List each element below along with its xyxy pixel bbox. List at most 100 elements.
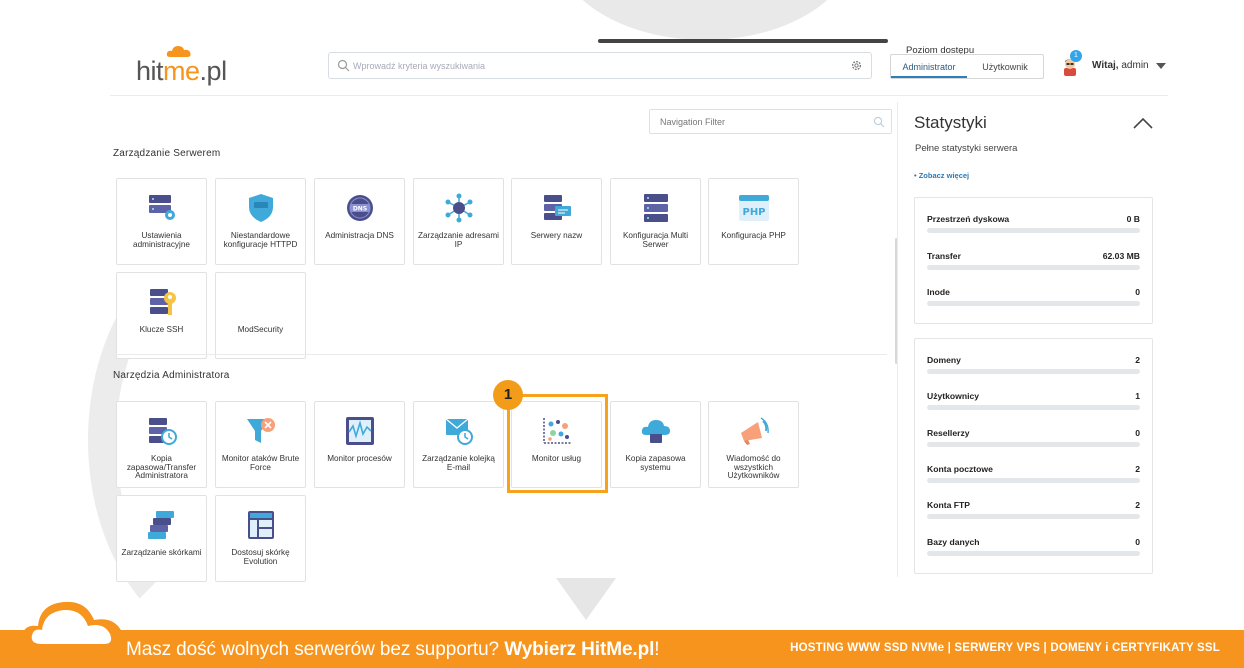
stat-value: 0 B xyxy=(1126,214,1140,224)
php-icon: PHP xyxy=(739,195,769,221)
access-administrator-tab[interactable]: Administrator xyxy=(891,55,967,78)
ip-network-icon xyxy=(445,193,473,223)
tile-php-config[interactable]: PHP Konfiguracja PHP xyxy=(708,178,799,265)
stats-subtitle: Pełne statystyki serwera xyxy=(915,143,1018,154)
stat-row: Użytkownicy 1 xyxy=(927,391,1140,421)
svg-text:DNS: DNS xyxy=(353,206,367,213)
tile-label: Konfiguracja PHP xyxy=(721,231,786,240)
stat-progress-bar xyxy=(927,228,1140,233)
stat-value: 0 xyxy=(1135,428,1140,438)
search-icon xyxy=(873,116,885,128)
tile-multi-server[interactable]: Konfiguracja Multi Serwer xyxy=(610,178,701,265)
tile-label: Wiadomość do wszystkich Użytkowników xyxy=(726,454,781,481)
skins-icon xyxy=(148,511,174,539)
navigation-filter-input[interactable] xyxy=(660,115,860,129)
welcome-user[interactable]: Witaj, admin xyxy=(1092,60,1149,71)
access-level-switch: Administrator Użytkownik xyxy=(890,54,1044,79)
chevron-down-icon[interactable] xyxy=(1156,63,1166,69)
tile-label: Kopia zapasowa systemu xyxy=(625,454,686,472)
name-servers-icon xyxy=(544,195,571,220)
tile-label: Administracja DNS xyxy=(325,231,394,240)
stat-value: 1 xyxy=(1135,391,1140,401)
process-monitor-icon xyxy=(346,417,374,445)
gear-icon[interactable] xyxy=(850,59,863,72)
stat-name: Domeny xyxy=(927,355,961,365)
stat-value: 2 xyxy=(1135,464,1140,474)
multi-server-icon xyxy=(644,194,668,222)
stat-row: Bazy danych 0 xyxy=(927,537,1140,567)
promo-text: Masz dość wolnych serwerów bez supportu?… xyxy=(126,639,660,660)
tile-dns-admin[interactable]: DNS Administracja DNS xyxy=(314,178,405,265)
tile-admin-backup[interactable]: Kopia zapasowa/Transfer Administratora xyxy=(116,401,207,488)
step-marker: 1 xyxy=(493,380,523,410)
access-user-tab[interactable]: Użytkownik xyxy=(967,55,1043,78)
stat-row: Konta FTP 2 xyxy=(927,500,1140,530)
tile-label: Monitor ataków Brute Force xyxy=(221,454,300,472)
tile-message-all-users[interactable]: Wiadomość do wszystkich Użytkowników xyxy=(708,401,799,488)
tile-label: Serwery nazw xyxy=(530,231,583,240)
chevron-up-icon[interactable] xyxy=(1133,117,1153,129)
search-input[interactable] xyxy=(353,57,843,75)
stat-progress-bar xyxy=(927,301,1140,306)
section-divider xyxy=(110,354,887,355)
notification-badge[interactable]: 1 xyxy=(1070,50,1082,62)
megaphone-icon xyxy=(741,417,769,445)
stat-value: 0 xyxy=(1135,287,1140,297)
stat-value: 0 xyxy=(1135,537,1140,547)
top-header: hitme.pl Poziom dostępu Administrator Uż… xyxy=(110,38,1168,96)
stats-card-resources: Przestrzeń dyskowa 0 B Transfer 62.03 MB… xyxy=(914,197,1153,324)
stat-value: 62.03 MB xyxy=(1102,251,1140,261)
section-title-admin-tools: Narzędzia Administratora xyxy=(113,370,230,381)
stats-title: Statystyki xyxy=(914,113,987,132)
search-icon xyxy=(337,59,350,72)
tile-ssh-keys[interactable]: Klucze SSH xyxy=(116,272,207,359)
tile-skin-management[interactable]: Zarządzanie skórkami xyxy=(116,495,207,582)
tile-modsecurity[interactable]: ModSecurity xyxy=(215,272,306,359)
ssh-key-icon xyxy=(150,289,176,315)
highlight-frame xyxy=(507,394,608,493)
stat-progress-bar xyxy=(927,514,1140,519)
stat-progress-bar xyxy=(927,551,1140,556)
cloud-backup-icon xyxy=(641,420,670,443)
background-arc xyxy=(555,0,855,40)
stat-row: Przestrzeń dyskowa 0 B xyxy=(927,214,1140,244)
mail-queue-icon xyxy=(445,418,473,445)
tile-label: Ustawienia administracyjne xyxy=(133,231,190,249)
tile-ip-management[interactable]: Zarządzanie adresami IP xyxy=(413,178,504,265)
tile-label: Monitor procesów xyxy=(327,454,392,463)
promo-services: HOSTING WWW SSD NVMe | SERWERY VPS | DOM… xyxy=(790,642,1220,654)
tile-custom-httpd[interactable]: Niestandardowe konfiguracje HTTPD xyxy=(215,178,306,265)
search-box xyxy=(328,52,872,79)
layout-icon xyxy=(248,511,274,539)
stat-progress-bar xyxy=(927,369,1140,374)
stat-progress-bar xyxy=(927,442,1140,447)
site-logo[interactable]: hitme.pl xyxy=(136,56,227,87)
tile-name-servers[interactable]: Serwery nazw xyxy=(511,178,602,265)
tile-admin-settings[interactable]: Ustawienia administracyjne xyxy=(116,178,207,265)
stat-row: Inode 0 xyxy=(927,287,1140,317)
panel-divider xyxy=(897,102,898,577)
dns-icon: DNS xyxy=(347,195,373,221)
stat-name: Inode xyxy=(927,287,950,297)
stat-row: Domeny 2 xyxy=(927,355,1140,385)
tile-mail-queue[interactable]: Zarządzanie kolejką E-mail xyxy=(413,401,504,488)
tile-process-monitor[interactable]: Monitor procesów xyxy=(314,401,405,488)
see-more-link[interactable]: • Zobacz więcej xyxy=(914,171,969,180)
stat-name: Przestrzeń dyskowa xyxy=(927,214,1010,224)
background-triangle xyxy=(556,578,616,620)
tile-label: Klucze SSH xyxy=(139,325,184,334)
backup-transfer-icon xyxy=(149,418,177,445)
stat-name: Konta pocztowe xyxy=(927,464,993,474)
stat-value: 2 xyxy=(1135,355,1140,365)
tile-brute-force[interactable]: Monitor ataków Brute Force xyxy=(215,401,306,488)
stat-progress-bar xyxy=(927,405,1140,410)
tile-label: Zarządzanie adresami IP xyxy=(418,231,500,249)
tile-system-backup[interactable]: Kopia zapasowa systemu xyxy=(610,401,701,488)
stat-name: Transfer xyxy=(927,251,961,261)
navigation-filter xyxy=(649,109,892,134)
tile-customize-evolution[interactable]: Dostosuj skórkę Evolution xyxy=(215,495,306,582)
stat-value: 2 xyxy=(1135,500,1140,510)
stat-row: Transfer 62.03 MB xyxy=(927,251,1140,281)
stat-progress-bar xyxy=(927,265,1140,270)
stats-card-accounts: Domeny 2 Użytkownicy 1 Resellerzy 0 Kont… xyxy=(914,338,1153,574)
